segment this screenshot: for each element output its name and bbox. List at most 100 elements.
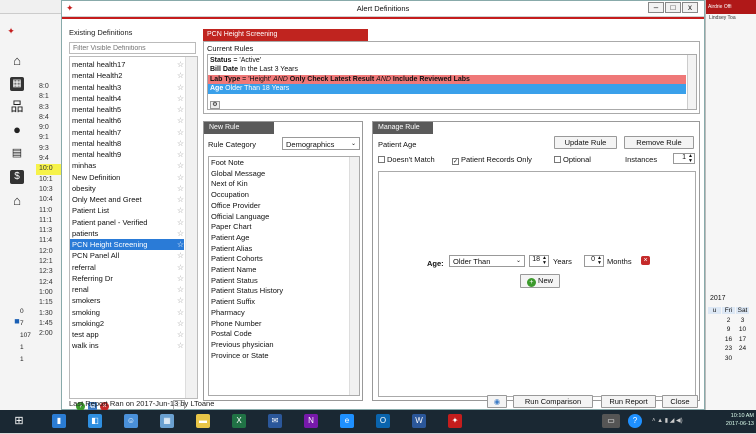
rule-row[interactable]: Age Older Than 18 Years — [208, 84, 686, 94]
time-slot[interactable]: 12:1 — [36, 257, 62, 267]
rule-type-item[interactable]: Postal Code — [211, 329, 252, 340]
favorite-star-icon[interactable]: ☆ — [177, 70, 184, 81]
clear-value-button[interactable]: × — [641, 256, 650, 265]
home-icon[interactable]: ⌂ — [10, 54, 24, 68]
people-icon[interactable]: ☺ — [124, 414, 138, 428]
rule-type-item[interactable]: Patient Name — [211, 265, 256, 276]
favorite-star-icon[interactable]: ☆ — [177, 205, 184, 216]
time-slot[interactable]: 10:4 — [36, 195, 62, 205]
excel-icon[interactable]: X — [232, 414, 246, 428]
patient-records-only-checkbox[interactable]: ✓ Patient Records Only — [452, 155, 532, 165]
update-rule-button[interactable]: Update Rule — [554, 136, 617, 149]
definition-item[interactable]: walk ins ☆ — [70, 340, 184, 351]
onenote-icon[interactable]: N — [304, 414, 318, 428]
time-slot[interactable]: 9:3 — [36, 144, 62, 154]
run-report-button[interactable]: Run Report — [601, 395, 656, 408]
definition-item[interactable]: Patient panel - Verified ☆ — [70, 217, 184, 228]
favorite-star-icon[interactable]: ☆ — [177, 239, 184, 250]
favorite-star-icon[interactable]: ☆ — [177, 318, 184, 329]
rule-type-item[interactable]: Global Message — [211, 169, 265, 180]
time-slot[interactable]: 12:0 — [36, 247, 62, 257]
calendar-icon[interactable]: ▦ — [10, 77, 24, 91]
lock-icon[interactable]: ⌂ — [10, 194, 24, 208]
minimize-button[interactable]: – — [648, 2, 664, 13]
favorite-star-icon[interactable]: ☆ — [177, 149, 184, 160]
rule-types-scrollbar[interactable] — [349, 157, 359, 395]
rule-type-item[interactable]: Patient Alias — [211, 244, 252, 255]
mini-counter[interactable]: 1 — [6, 344, 36, 356]
mini-counter[interactable]: 1 — [6, 356, 36, 368]
mini-counter[interactable]: 107 — [6, 332, 36, 344]
rule-type-item[interactable]: Province or State — [211, 351, 269, 362]
calendar-day[interactable]: 10 — [736, 326, 749, 333]
favorite-star-icon[interactable]: ☆ — [177, 138, 184, 149]
outlook-mail-icon[interactable]: O — [376, 414, 390, 428]
rule-type-item[interactable]: Patient Cohorts — [211, 254, 263, 265]
favorite-star-icon[interactable]: ☆ — [177, 217, 184, 228]
favorite-star-icon[interactable]: ☆ — [177, 228, 184, 239]
favorite-star-icon[interactable]: ☆ — [177, 115, 184, 126]
document-icon[interactable]: ▤ — [10, 146, 24, 160]
rule-settings-icon[interactable]: ⚙ — [210, 101, 220, 109]
favorite-star-icon[interactable]: ☆ — [177, 273, 184, 284]
definition-item[interactable]: mental health5 ☆ — [70, 104, 184, 115]
photos-icon[interactable]: ▦ — [160, 414, 174, 428]
favorite-star-icon[interactable]: ☆ — [177, 104, 184, 115]
folder-icon[interactable]: ▬ — [196, 414, 210, 428]
rule-type-item[interactable]: Office Provider — [211, 201, 260, 212]
definition-item[interactable]: smokers ☆ — [70, 295, 184, 306]
definition-item[interactable]: mental health17 ☆ — [70, 59, 184, 70]
keyboard-icon[interactable]: ▭ — [602, 414, 620, 428]
definition-item[interactable]: referral ☆ — [70, 262, 184, 273]
rule-type-item[interactable]: Patient Status History — [211, 286, 283, 297]
definition-item[interactable]: smoking ☆ — [70, 307, 184, 318]
favorite-star-icon[interactable]: ☆ — [177, 59, 184, 70]
maximize-button[interactable]: □ — [665, 2, 681, 13]
calendar-day[interactable]: 23 — [722, 345, 735, 352]
file-explorer-icon[interactable]: ▮ — [52, 414, 66, 428]
definition-item[interactable]: minhas ☆ — [70, 160, 184, 171]
remove-rule-button[interactable]: Remove Rule — [624, 136, 694, 149]
clinic-app-icon[interactable]: ✦ — [448, 414, 462, 428]
system-tray-icons[interactable]: ˄ ▲ ▮ ◢ ◀) — [652, 414, 712, 428]
years-stepper[interactable]: 18 ▲ ▼ — [529, 255, 549, 267]
rule-row[interactable]: Status = 'Active' — [208, 56, 686, 66]
time-slot[interactable]: 1:30 — [36, 309, 62, 319]
calendar-day[interactable]: 2 — [722, 317, 735, 324]
taskbar-clock[interactable]: 10:10 AM 2017-06-13 — [718, 412, 754, 428]
favorite-star-icon[interactable]: ☆ — [177, 160, 184, 171]
rule-types-list[interactable]: Foot Note Global Message Next of Kin Occupa… — [208, 156, 360, 396]
rule-type-item[interactable]: Phone Number — [211, 319, 261, 330]
time-slot[interactable]: 1:45 — [36, 319, 62, 329]
age-operator-select[interactable]: Older Than ⌄ — [449, 255, 525, 267]
time-slot[interactable]: 10:1 — [36, 175, 62, 185]
close-window-button[interactable]: x — [682, 2, 698, 13]
stepper-arrows-icon[interactable]: ▲ ▼ — [688, 154, 693, 164]
time-slot[interactable]: 8:0 — [36, 82, 62, 92]
store-icon[interactable]: ◧ — [88, 414, 102, 428]
definitions-list[interactable]: mental health17 ☆ mental Health2 ☆ mental he… — [69, 56, 198, 399]
definition-item[interactable]: Referring Dr ☆ — [70, 273, 184, 284]
definition-item[interactable]: smoking2 ☆ — [70, 318, 184, 329]
rule-type-item[interactable]: Patient Status — [211, 276, 258, 287]
time-slot[interactable]: 11:1 — [36, 216, 62, 226]
rule-category-select[interactable]: Demographics ⌄ — [282, 137, 360, 150]
rule-type-item[interactable]: Paper Chart — [211, 222, 251, 233]
time-slot[interactable]: 8:4 — [36, 113, 62, 123]
definition-item[interactable]: patients ☆ — [70, 228, 184, 239]
instances-stepper[interactable]: 1 ▲ ▼ — [673, 153, 695, 164]
favorite-star-icon[interactable]: ☆ — [177, 340, 184, 351]
rule-type-item[interactable]: Foot Note — [211, 158, 244, 169]
rule-row[interactable]: Bill Date In the Last 3 Years — [208, 65, 686, 75]
definition-item[interactable]: mental health4 ☆ — [70, 93, 184, 104]
calendar-day[interactable]: 24 — [736, 345, 749, 352]
favorite-star-icon[interactable]: ☆ — [177, 262, 184, 273]
time-slot[interactable]: 1:00 — [36, 288, 62, 298]
mini-counter[interactable]: 7 — [6, 320, 36, 332]
stepper-arrows-icon[interactable]: ▲ ▼ — [542, 256, 547, 266]
favorite-star-icon[interactable]: ☆ — [177, 183, 184, 194]
rule-type-item[interactable]: Official Language — [211, 212, 269, 223]
favorite-star-icon[interactable]: ☆ — [177, 172, 184, 183]
definition-item[interactable]: mental health8 ☆ — [70, 138, 184, 149]
time-slot[interactable]: 11:0 — [36, 206, 62, 216]
